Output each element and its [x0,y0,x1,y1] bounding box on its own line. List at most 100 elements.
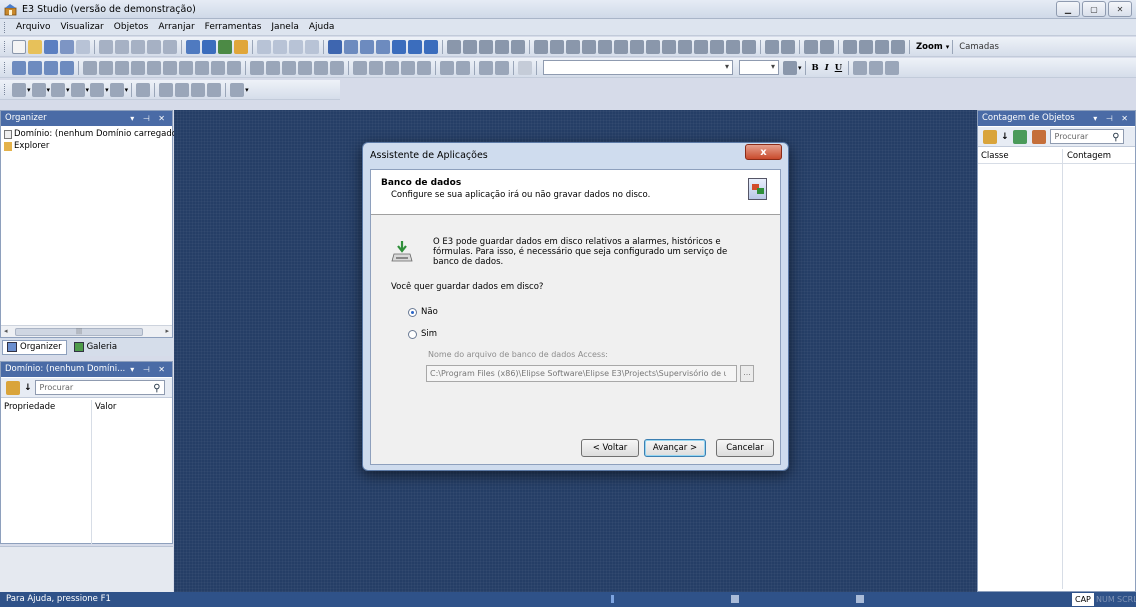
alarm-viewer-icon[interactable] [60,60,74,75]
object-browser-dropdown-icon[interactable]: ▾ [245,86,249,94]
radio-no[interactable]: Não [408,307,438,317]
categorized-icon[interactable] [6,380,20,395]
search-icon[interactable]: ⚲ [153,382,160,395]
close-panel-icon[interactable]: ✕ [1121,114,1131,123]
sort-alpha-icon[interactable]: ↓ [1001,132,1009,142]
rotate-right-icon[interactable] [495,60,509,75]
save-all-icon[interactable] [60,39,74,54]
properties-icon[interactable] [76,39,90,54]
underline-button[interactable]: U [835,63,842,73]
browse-button[interactable]: ... [740,365,754,382]
sort-alpha-icon[interactable]: ↓ [24,383,32,393]
object-browser-icon[interactable] [230,82,245,97]
cancel-button[interactable]: Cancelar [716,439,774,457]
grid-icon[interactable] [424,39,438,54]
open-folder-icon[interactable] [28,39,42,54]
pattern-icon[interactable] [70,82,85,97]
object-count-search-input[interactable]: Procurar ⚲ [1049,129,1124,144]
scrollbar-control-icon[interactable] [131,60,145,75]
tab-galeria[interactable]: Galeria [69,340,122,355]
rectangle-tool-icon[interactable] [566,39,580,54]
rounded-rect-tool-icon[interactable] [582,39,596,54]
arc-tool-icon[interactable] [614,39,628,54]
line-style-icon[interactable] [51,82,66,97]
copy-icon[interactable] [115,39,129,54]
sum-icon[interactable] [376,39,390,54]
shadow-icon[interactable] [109,82,124,97]
space-vertical-icon[interactable] [369,60,383,75]
line-color-icon[interactable] [31,82,46,97]
pin-icon[interactable]: ⊣ [1106,114,1116,123]
gauge-icon[interactable] [175,82,190,97]
categorized-icon[interactable] [983,129,997,144]
frame-icon[interactable] [202,39,216,54]
text-tool-icon[interactable] [694,39,708,54]
dialog-close-button[interactable]: x [745,144,782,160]
frame-control-icon[interactable] [163,60,177,75]
text-align-left-icon[interactable] [853,60,868,75]
align-bottom-icon[interactable] [330,60,344,75]
pattern-dropdown-icon[interactable]: ▾ [86,86,90,94]
flip-horizontal-icon[interactable] [440,60,454,75]
menu-arquivo[interactable]: Arquivo [11,22,55,32]
align-top-icon[interactable] [298,60,312,75]
menu-visualizar[interactable]: Visualizar [55,22,108,32]
fill-color-dropdown-icon[interactable]: ▾ [27,86,31,94]
ellipse-tool-icon[interactable] [598,39,612,54]
font-size-combo[interactable] [739,60,779,75]
align-left-icon[interactable] [250,60,264,75]
shadow-dropdown-icon[interactable]: ▾ [125,86,129,94]
refresh-icon[interactable] [1012,129,1027,144]
arrange-icon[interactable] [417,60,431,75]
line-width-dropdown-icon[interactable]: ▾ [105,86,109,94]
report-icon[interactable] [392,39,406,54]
line-tool-icon[interactable] [534,39,548,54]
new-file-icon[interactable] [12,39,26,54]
bring-front-icon[interactable] [804,39,818,54]
align-right-icon[interactable] [282,60,296,75]
toolbar-grip[interactable] [4,41,7,52]
level-icon[interactable] [207,82,222,97]
listbox-control-icon[interactable] [115,60,129,75]
pin-icon[interactable]: ⊣ [143,114,153,123]
panel-menu-icon[interactable]: ▾ [130,114,137,123]
combo-control-icon[interactable] [195,60,209,75]
image-tool-icon[interactable] [678,39,692,54]
properties-search-input[interactable]: Procurar ⚲ [34,380,165,395]
database-icon[interactable] [408,39,422,54]
panel-menu-icon[interactable]: ▾ [130,365,137,374]
tools-icon[interactable] [328,39,342,54]
font-color-dropdown-icon[interactable]: ▾ [798,64,802,72]
chart-icon[interactable] [344,39,358,54]
table-icon[interactable] [218,39,232,54]
pie-tool-icon[interactable] [662,39,676,54]
label-control-icon[interactable] [147,60,161,75]
column-divider[interactable] [1062,149,1063,589]
polyline-tool-icon[interactable] [550,39,564,54]
menu-objetos[interactable]: Objetos [109,22,154,32]
center-vertical-icon[interactable] [401,60,415,75]
maximize-button[interactable]: ▢ [1082,1,1106,17]
paste-icon[interactable] [131,39,145,54]
tab-organizer[interactable]: Organizer [2,339,67,355]
redo-icon[interactable] [163,39,177,54]
column-header-class[interactable]: Classe [981,151,1009,161]
text-align-center-icon[interactable] [869,60,884,75]
chart-object-icon[interactable] [44,60,58,75]
cut-icon[interactable] [99,39,113,54]
same-height-icon[interactable] [875,39,889,54]
same-width-icon[interactable] [859,39,873,54]
tree-item-explorer[interactable]: Explorer [4,141,49,151]
column-header-property[interactable]: Propriedade [4,402,55,412]
send-back-icon[interactable] [820,39,834,54]
toolbar-grip[interactable] [4,84,7,95]
checkbox-control-icon[interactable] [83,60,97,75]
text-align-right-icon[interactable] [885,60,900,75]
italic-button[interactable]: I [825,63,829,73]
spin-control-icon[interactable] [179,60,193,75]
minimize-button[interactable]: ▁ [1056,1,1080,17]
format-icon[interactable] [511,39,525,54]
align-center-icon[interactable] [266,60,280,75]
fill-color-icon[interactable] [12,82,26,97]
save-icon[interactable] [44,39,58,54]
